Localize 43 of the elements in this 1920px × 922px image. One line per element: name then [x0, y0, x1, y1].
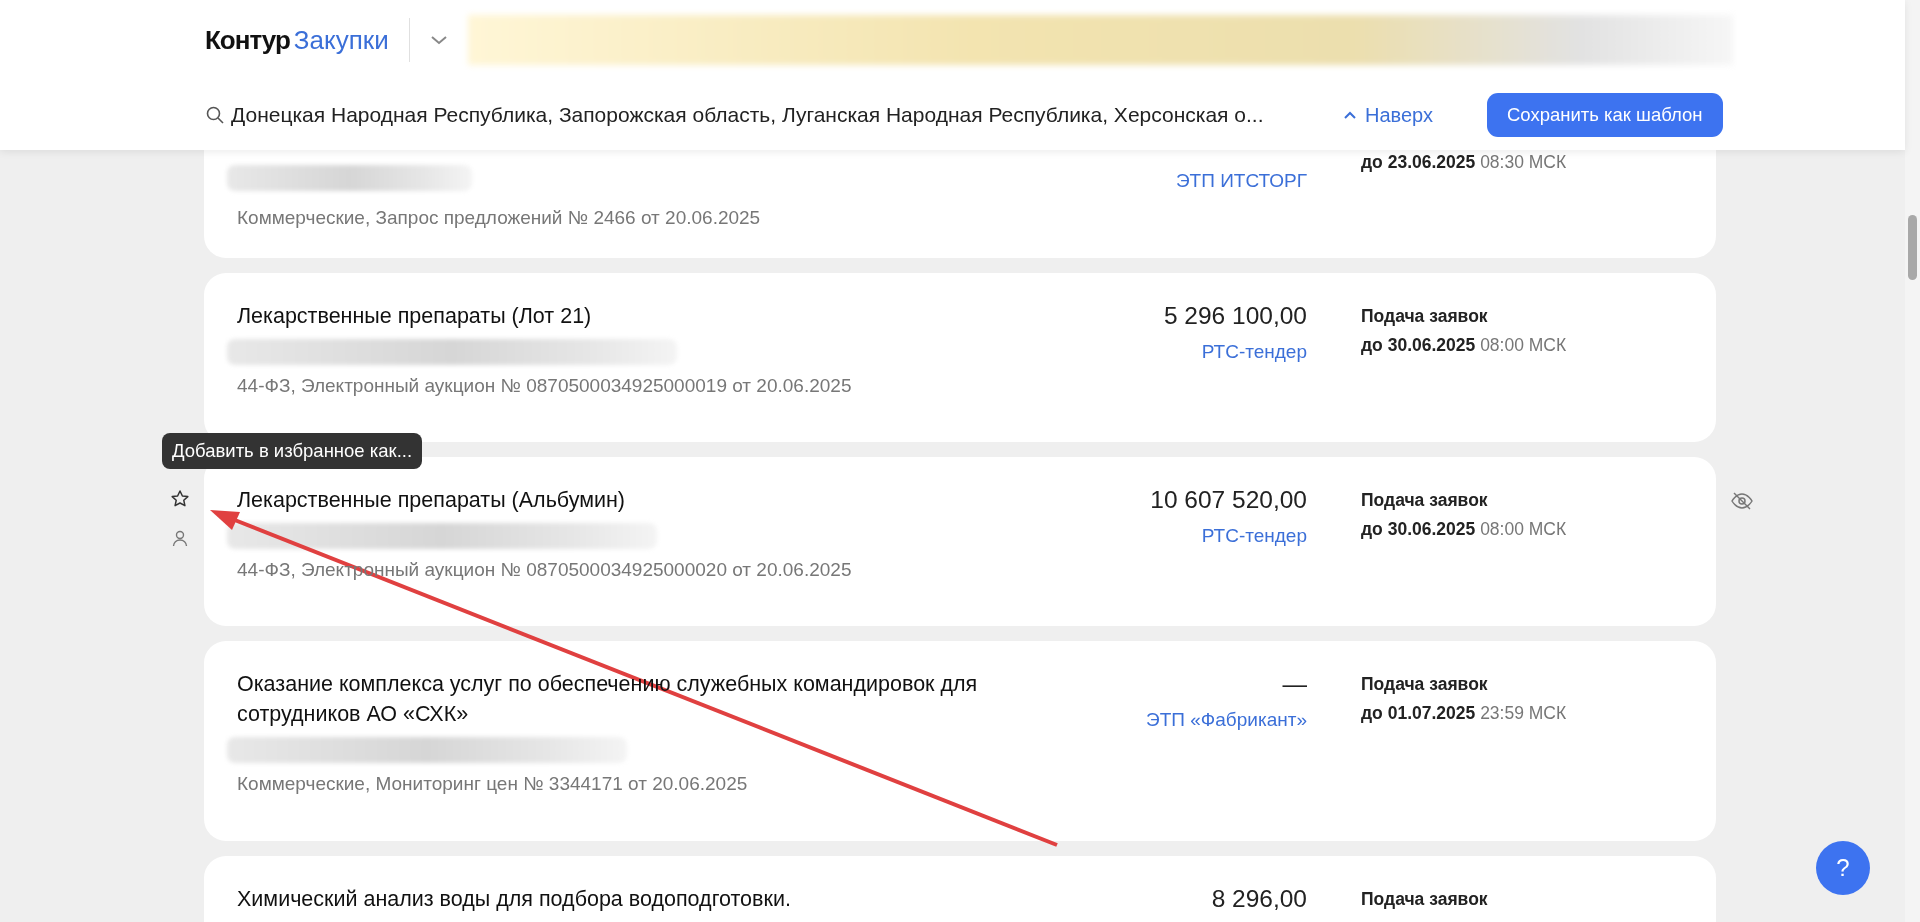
platform-link[interactable]: РТС-тендер: [1201, 525, 1307, 547]
deadline-label: Подача заявок: [1361, 673, 1489, 695]
deadline-time: 08:00 МСК: [1480, 519, 1567, 539]
deadline-date: до 30.06.2025: [1361, 335, 1476, 355]
logo-product[interactable]: Закупки: [293, 24, 389, 55]
scroll-top-link[interactable]: Наверх: [1343, 103, 1473, 127]
search-icon: [205, 105, 225, 125]
tender-title[interactable]: Лекарственные препараты (Лот 21): [237, 301, 1037, 331]
deadline-date: до 30.06.2025: [1361, 519, 1476, 539]
hide-icon[interactable]: [1730, 491, 1754, 511]
deadline-time: 08:30 МСК: [1480, 152, 1567, 172]
help-button[interactable]: ?: [1816, 841, 1870, 895]
deadline-date: до 23.06.2025: [1361, 152, 1476, 172]
tender-card[interactable]: Коммерческие, Запрос предложений № 2466 от 20.06.2025 ЭТП ИТСТОРГ до 23.06.2025 08:30 МСК: [204, 150, 1716, 258]
deadline-time: 08:00 МСК: [1480, 335, 1567, 355]
chevron-down-icon[interactable]: [429, 34, 448, 46]
person-icon[interactable]: [171, 529, 189, 547]
deadline-label: Подача заявок: [1361, 888, 1488, 910]
tender-title[interactable]: Лекарственные препараты (Альбумин): [237, 485, 1037, 515]
tooltip: Добавить в избранное как...: [162, 433, 423, 469]
tender-details: Коммерческие, Мониторинг цен № 3344171 от 20.06.2025: [237, 773, 749, 795]
tender-title[interactable]: Химический анализ воды для подбора водоподготовки.: [237, 884, 1037, 914]
tender-card[interactable]: Химический анализ воды для подбора водоподготовки. 8 296,00 Подача заявок: [204, 856, 1716, 922]
price: 5 296 100,00: [1163, 301, 1307, 331]
search-field[interactable]: Донецкая Народная Республика, Запорожская область, Луганская Народная Республика, Херсонская о...: [231, 103, 1323, 127]
price: 8 296,00: [1211, 884, 1307, 914]
tender-details: Коммерческие, Запрос предложений № 2466 от 20.06.2025: [237, 207, 762, 229]
price: 10 607 520,00: [1150, 485, 1307, 515]
deadline-time: 23:59 МСК: [1480, 703, 1567, 723]
deadline-label: Подача заявок: [1361, 489, 1489, 511]
price: —: [1282, 669, 1307, 699]
tender-details: 44-ФЗ, Электронный аукцион № 0870500034925000019 от 20.06.2025: [237, 375, 853, 397]
chevron-up-icon: [1343, 110, 1357, 120]
logo-brand[interactable]: Контур: [205, 24, 290, 55]
scrollbar[interactable]: [1905, 0, 1920, 922]
platform-link[interactable]: ЭТП ИТСТОРГ: [1175, 170, 1307, 192]
deadline-label: Подача заявок: [1361, 305, 1489, 327]
star-icon[interactable]: [170, 489, 190, 509]
save-template-button[interactable]: Сохранить как шаблон: [1487, 93, 1723, 137]
deadline-date: до 01.07.2025: [1361, 703, 1476, 723]
platform-link[interactable]: РТС-тендер: [1201, 341, 1307, 363]
platform-link[interactable]: ЭТП «Фабрикант»: [1146, 709, 1307, 731]
tender-card[interactable]: Лекарственные препараты (Лот 21) 44-ФЗ, Электронный аукцион № 0870500034925000019 от 20.06.2025 5 296 100,00 РТС-тендер Подача заявок до 30.06.2025 08:00 МСК: [204, 273, 1716, 442]
